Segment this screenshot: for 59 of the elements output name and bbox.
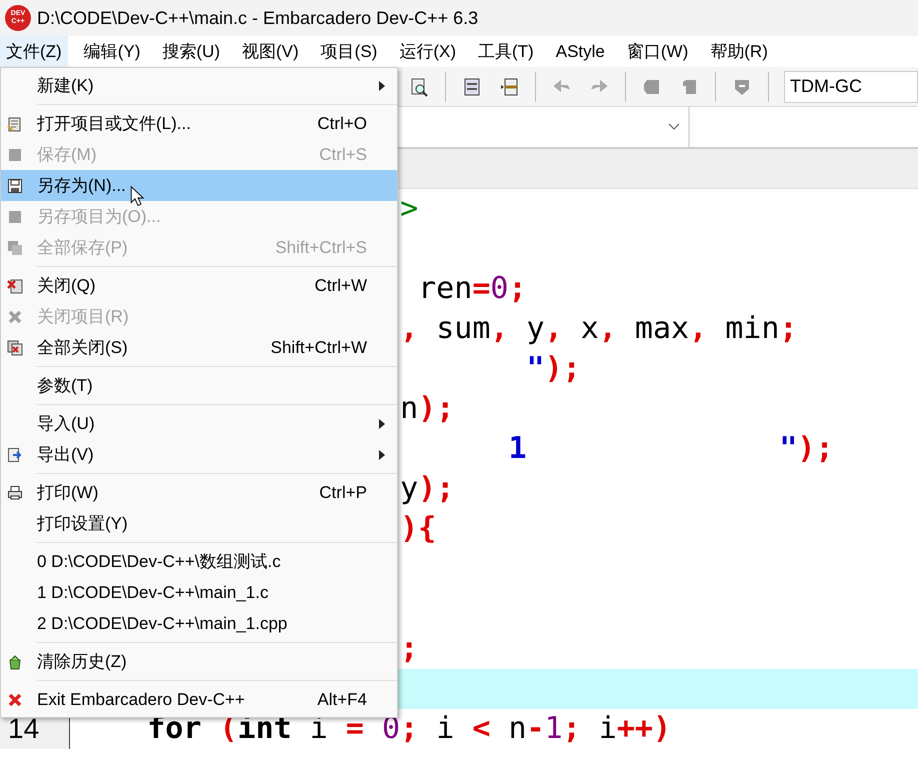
shortcut-label: Shift+Ctrl+S [275, 236, 367, 259]
menu-item[interactable]: 打开项目或文件(L)... Ctrl+O [1, 108, 397, 139]
code-line: ren=0; [418, 270, 526, 308]
shortcut-label: Ctrl+O [317, 112, 367, 135]
menu-bar-item[interactable]: 窗口(W) [620, 36, 694, 67]
close-icon [7, 308, 23, 324]
code-line: , sum, y, x, max, min; [400, 310, 798, 348]
menu-bar-item[interactable]: 文件(Z) [0, 36, 68, 67]
shortcut-label: Ctrl+W [314, 274, 367, 297]
menu-item[interactable]: 1 D:\CODE\Dev-C++\main_1.c [1, 577, 397, 608]
code-line: "); [526, 350, 581, 388]
code-line: n); [400, 390, 454, 428]
menu-item[interactable]: 新建(K) [1, 70, 397, 101]
menu-bar-item[interactable]: 帮助(R) [704, 36, 774, 67]
shortcut-label: Ctrl+P [319, 482, 367, 504]
menu-bar-item[interactable]: 项目(S) [314, 36, 384, 67]
menu-bar-item[interactable]: 搜索(U) [156, 36, 226, 67]
menu-item[interactable]: Exit Embarcadero Dev-C++ Alt+F4 [1, 684, 397, 715]
menu-bar-item[interactable]: 工具(T) [472, 36, 540, 67]
line-number: 14 [8, 712, 40, 746]
close-file-icon [7, 278, 23, 294]
menu-bar-item[interactable]: 视图(V) [236, 36, 305, 67]
code-line: y); [400, 470, 454, 508]
menu-item[interactable]: 全部关闭(S) Shift+Ctrl+W [1, 332, 397, 363]
floppies-icon [7, 240, 23, 256]
menu-item[interactable]: 另存为(N)... [1, 170, 397, 201]
menu-item[interactable]: 0 D:\CODE\Dev-C++\数组测试.c [1, 546, 397, 577]
shortcut-label: Alt+F4 [317, 688, 367, 711]
floppy-icon [7, 178, 23, 194]
floppy-icon [7, 208, 23, 224]
panel-icon[interactable] [498, 76, 520, 98]
menu-item[interactable]: 参数(T) [1, 370, 397, 401]
chevron-down-icon [668, 123, 680, 131]
close-icon [7, 692, 23, 708]
menu-item[interactable]: 清除历史(Z) [1, 646, 397, 677]
document-icon [7, 116, 23, 132]
floppy-icon [7, 146, 23, 162]
menu-bar-item[interactable]: 编辑(Y) [78, 36, 146, 67]
printer-icon [7, 484, 23, 500]
close-files-icon [7, 340, 23, 356]
menu-bar-item[interactable]: AStyle [550, 36, 611, 67]
compiler-select[interactable]: TDM-GC [784, 70, 918, 102]
menu-bar-item[interactable]: 运行(X) [393, 36, 462, 67]
menu-item[interactable]: 2 D:\CODE\Dev-C++\main_1.cpp [1, 608, 397, 639]
code-line: ; [400, 630, 418, 668]
shortcut-label: Ctrl+S [319, 144, 367, 166]
code-line: ){ [400, 510, 436, 548]
menu-item[interactable]: 关闭(Q) Ctrl+W [1, 270, 397, 301]
menu-item[interactable]: 导入(U) [1, 408, 397, 439]
export-icon [7, 446, 23, 462]
code-line: 1 "); [508, 430, 834, 468]
menu-item[interactable]: 导出(V) [1, 439, 397, 470]
mouse-pointer-icon [130, 186, 146, 207]
shortcut-label: Shift+Ctrl+W [270, 336, 367, 359]
window-title: D:\CODE\Dev-C++\main.c - Embarcadero Dev-C++ 6.3 [37, 6, 478, 30]
menu-item[interactable]: 打印(W) Ctrl+P [1, 477, 397, 508]
menu-item[interactable]: 打印设置(Y) [1, 508, 397, 539]
code-line: > [400, 190, 418, 228]
bin-icon [7, 654, 23, 670]
